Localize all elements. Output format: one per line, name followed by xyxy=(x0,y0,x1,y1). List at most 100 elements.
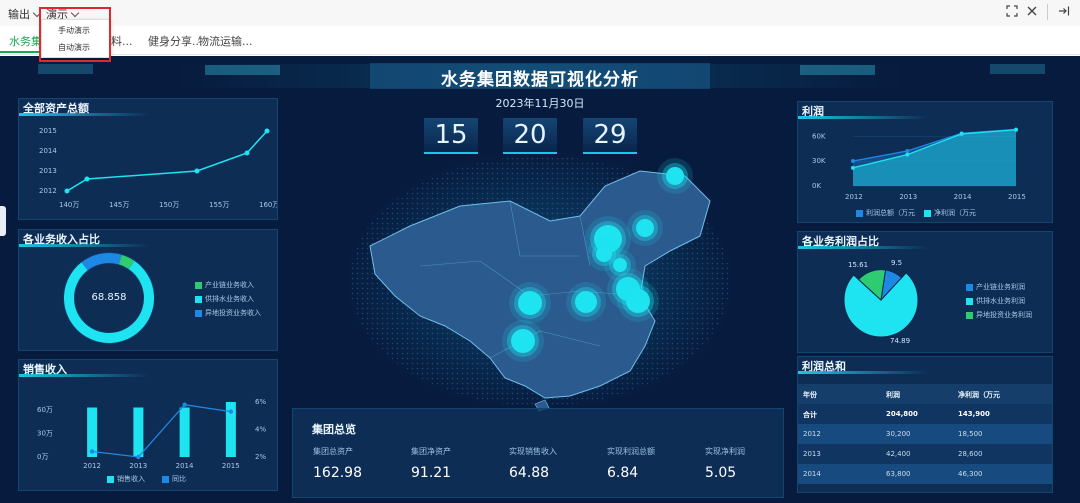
map-hotspot xyxy=(518,291,542,315)
data-point xyxy=(851,165,855,170)
y-tick-label: 2013 xyxy=(39,167,57,175)
overview-title: 集团总览 xyxy=(312,423,356,436)
map-hotspot xyxy=(636,219,654,237)
data-point xyxy=(959,131,964,136)
table-row: 2014 63,800 46,300 xyxy=(798,464,1052,484)
x-tick-label: 2014 xyxy=(176,462,194,470)
table-cell: 30,200 xyxy=(886,430,911,438)
table-cell: 63,800 xyxy=(886,470,911,478)
table-cell: 28,600 xyxy=(958,450,983,458)
legend-label: 利润总额（万元 xyxy=(866,209,915,217)
map-hotspot xyxy=(575,291,597,313)
x-tick-label: 2013 xyxy=(899,193,917,201)
map-hotspot xyxy=(596,246,612,262)
legend-swatch xyxy=(195,309,202,317)
x-tick-label: 2013 xyxy=(129,462,147,470)
y-tick-label: 60K xyxy=(812,132,826,140)
data-point xyxy=(851,159,855,164)
overview-label: 实现利润总额 xyxy=(607,447,655,456)
yoy-point xyxy=(182,402,187,407)
y-tick-label: 0K xyxy=(812,182,821,190)
legend-swatch xyxy=(966,283,973,291)
x-tick-label: 155万 xyxy=(209,201,229,209)
legend-item: 利润总额（万元 xyxy=(856,208,915,218)
fullscreen-icon-svg xyxy=(1006,5,1018,17)
legend-label: 产业链业务收入 xyxy=(205,281,254,289)
overview-value: 6.84 xyxy=(607,465,639,481)
table-row: 2012 30,200 18,500 xyxy=(798,424,1052,444)
side-collapse-handle[interactable] xyxy=(0,206,6,236)
top-toolbar: 输出 演示 xyxy=(0,0,1080,27)
y-tick-label: 2015 xyxy=(39,127,57,135)
legend-label: 异地投资业务利润 xyxy=(976,311,1032,319)
tab-2[interactable]: 料... xyxy=(111,33,133,49)
sales-bar-chart: 0万 30万 60万 2% 4% 6% 2012 2013 2014 2015 xyxy=(37,398,266,470)
overview-value: 64.88 xyxy=(509,465,550,481)
x-tick-label: 2012 xyxy=(845,193,863,201)
x-tick-label: 2014 xyxy=(954,193,972,201)
donut-slice xyxy=(81,253,122,271)
data-point xyxy=(84,176,90,182)
x-tick-label: 2015 xyxy=(222,462,240,470)
x-tick-label: 2012 xyxy=(83,462,101,470)
yoy-point xyxy=(89,449,95,454)
series-line xyxy=(66,130,268,192)
overview-label: 实现销售收入 xyxy=(509,447,557,456)
table-row: 合计 204,800 143,900 xyxy=(798,404,1052,424)
map-hotspot xyxy=(511,329,535,353)
panel-profit: 利润 0K 30K 60K 2012 2013 2014 2015 利润总额（万元 净利润（… xyxy=(797,101,1053,223)
legend-item: 产业链业务利润 xyxy=(966,282,1025,292)
toolbar-divider xyxy=(1047,4,1048,20)
donut-center-value: 68.858 xyxy=(91,292,127,303)
data-point xyxy=(244,150,250,156)
legend-swatch xyxy=(966,311,973,319)
legend-item: 供排水业务收入 xyxy=(195,294,254,304)
y-tick-label: 30K xyxy=(812,157,826,165)
fullscreen-icon[interactable] xyxy=(1005,5,1019,19)
legend-swatch xyxy=(924,209,931,217)
table-cell: 143,900 xyxy=(958,410,990,418)
exit-icon-svg xyxy=(1059,6,1070,16)
table-header-cell: 利润 xyxy=(886,391,900,399)
x-tick-label: 150万 xyxy=(159,201,179,209)
table-cell: 204,800 xyxy=(886,410,918,418)
map-hotspot xyxy=(626,289,650,313)
data-point xyxy=(905,152,910,157)
legend-swatch xyxy=(966,297,973,305)
panel-profit-share: 各业务利润占比 15.61 9.5 74.89 产业链业务利润 供排水业务利润 … xyxy=(797,231,1053,353)
table-cell: 18,500 xyxy=(958,430,983,438)
legend-swatch xyxy=(195,281,202,289)
pie-label: 15.61 xyxy=(848,261,869,269)
legend-item: 净利润（万元 xyxy=(924,208,976,218)
close-icon[interactable] xyxy=(1025,5,1039,19)
overview-label: 实现净利润 xyxy=(705,447,745,456)
legend-label: 供排水业务收入 xyxy=(205,295,254,303)
sales-bar xyxy=(133,407,144,457)
dashboard-canvas: 水务集团数据可视化分析 2023年11月30日 15 20 29 全部资产总额 … xyxy=(0,56,1080,503)
legend-item: 产业链业务收入 xyxy=(195,280,254,290)
tab-logistics[interactable]: 物流运输... xyxy=(198,33,253,49)
y2-tick-label: 4% xyxy=(255,426,266,434)
profit-area-chart: 0K 30K 60K 2012 2013 2014 2015 xyxy=(812,127,1026,201)
y-tick-label: 60万 xyxy=(37,406,53,414)
map-hotspot xyxy=(666,167,684,185)
table-cell: 合计 xyxy=(803,411,817,419)
x-tick-label: 145万 xyxy=(109,201,129,209)
overview-value: 5.05 xyxy=(705,465,737,481)
close-icon-svg xyxy=(1027,6,1037,16)
donut-slice xyxy=(118,254,135,270)
panel-profit-total: 利润总和 年份 利润 净利润（万元 合计 204,800 143,900 201… xyxy=(797,356,1053,493)
x-tick-label: 140万 xyxy=(59,201,79,209)
legend-item: 异地投资业务利润 xyxy=(966,310,1032,320)
tab-fitness[interactable]: 健身分享... xyxy=(148,33,203,49)
legend-item: 销售收入 xyxy=(107,474,145,484)
yoy-point xyxy=(228,409,234,414)
exit-icon[interactable] xyxy=(1057,5,1071,19)
pie-label: 74.89 xyxy=(890,337,911,345)
revenue-donut-chart xyxy=(63,252,155,344)
legend-item: 供排水业务利润 xyxy=(966,296,1025,306)
legend-swatch xyxy=(195,295,202,303)
legend-label: 同比 xyxy=(172,475,186,483)
output-menu[interactable]: 输出 xyxy=(8,6,42,22)
pie-label: 9.5 xyxy=(891,259,903,267)
